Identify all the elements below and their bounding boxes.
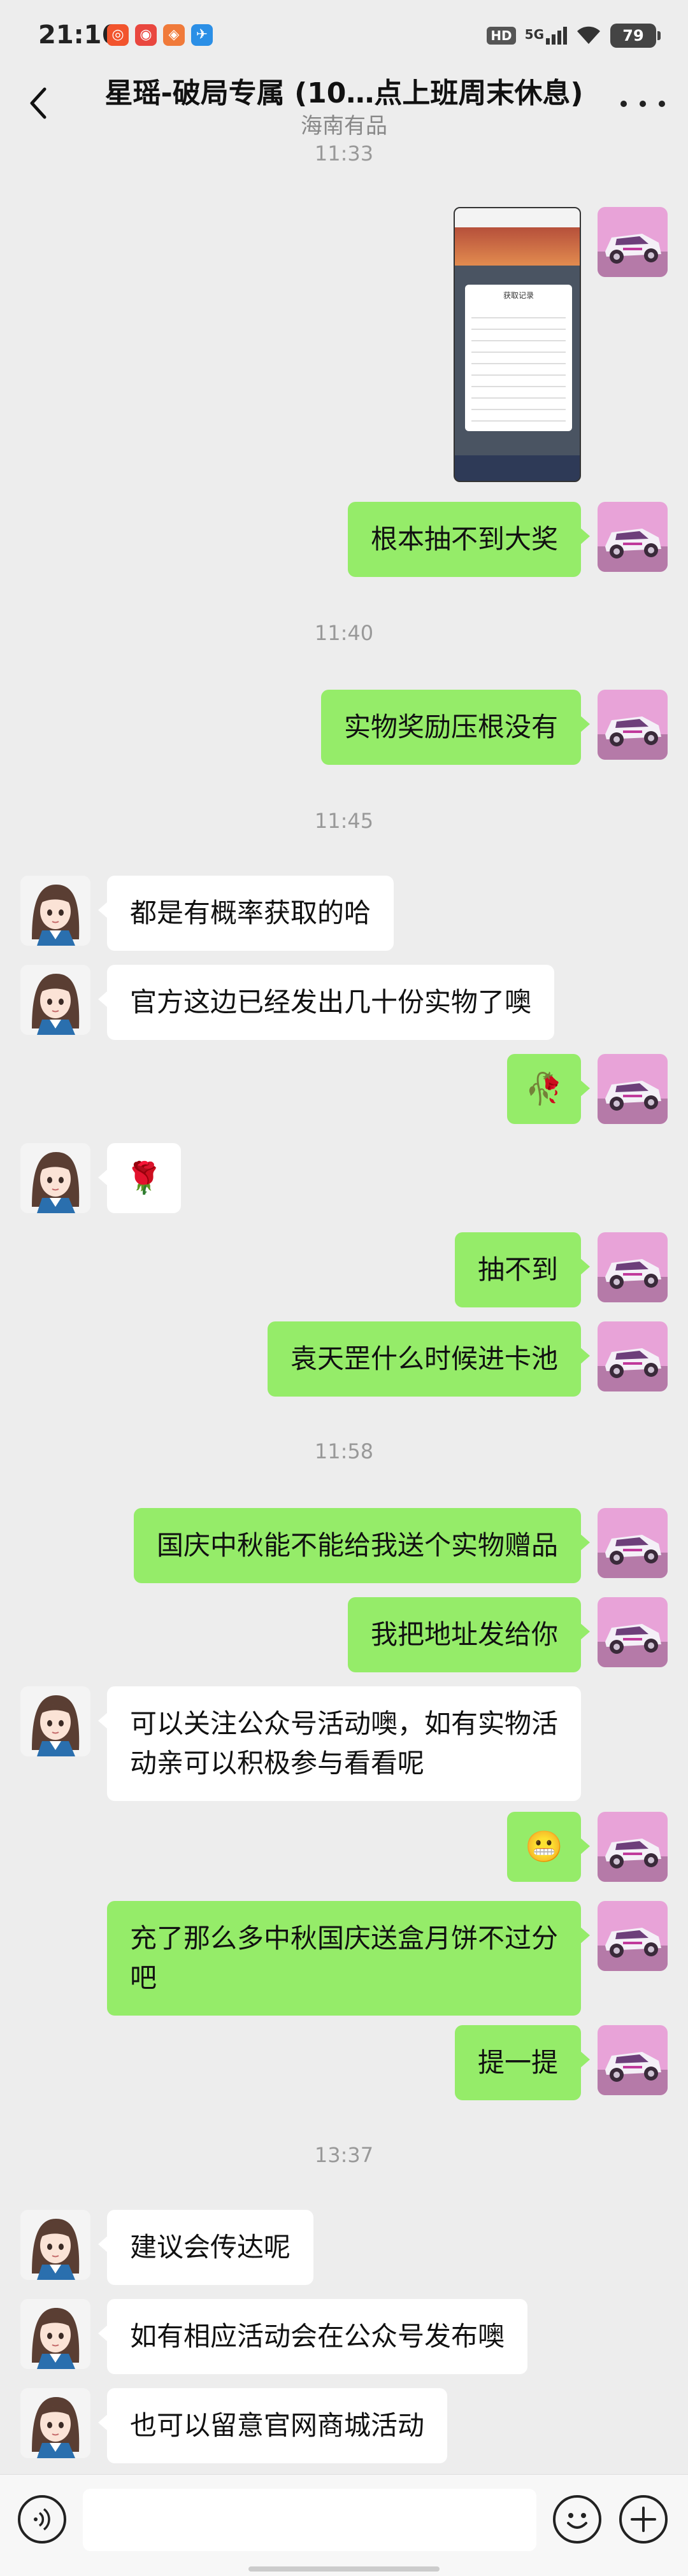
timestamp: 13:37 [314, 2143, 374, 2167]
more-dot [659, 101, 665, 107]
message-input[interactable] [83, 2489, 536, 2551]
more-options-button[interactable] [620, 88, 665, 120]
my-avatar[interactable] [598, 2025, 668, 2095]
plus-icon [631, 2507, 656, 2532]
image-dialog-title: 获取记录 [503, 291, 534, 300]
sent-message-bubble[interactable]: 我把地址发给你 [347, 1597, 591, 1672]
chat-title[interactable]: 星瑶-破局专属 (10…点上班周末休息) [89, 70, 599, 111]
smiley-icon [567, 2513, 587, 2529]
sent-message-bubble[interactable]: 根本抽不到大奖 [347, 502, 591, 577]
hd-badge: HD [487, 27, 516, 45]
received-message-bubble[interactable]: 建议会传达呢 [97, 2210, 314, 2285]
chat-header: 星瑶-破局专属 (10…点上班周末休息) 海南有品 [0, 64, 688, 146]
timestamp: 11:40 [314, 621, 374, 645]
voice-icon [34, 2508, 50, 2531]
app-notification-icon: ◈ [163, 24, 185, 46]
chat-subtitle: 海南有品 [301, 113, 387, 139]
my-avatar[interactable] [598, 1597, 668, 1667]
my-avatar[interactable] [598, 1508, 668, 1578]
status-bar: 21:16 ◎ ◉ ◈ ✈ HD 5G 79 [0, 0, 688, 70]
app-notification-icon: ◎ [107, 24, 129, 46]
agent-avatar[interactable] [20, 2388, 90, 2458]
received-message-bubble[interactable]: 也可以留意官网商城活动 [97, 2388, 448, 2463]
sent-message-bubble[interactable]: 袁天罡什么时候进卡池 [267, 1321, 591, 1397]
my-avatar[interactable] [598, 1901, 668, 1971]
image-bottom-bar [455, 455, 580, 481]
sent-emoji-bubble[interactable]: 🥀 [507, 1054, 590, 1124]
app-notification-icon: ◉ [135, 24, 157, 46]
voice-button[interactable] [18, 2495, 66, 2544]
input-bar [0, 2474, 688, 2576]
sent-emoji-bubble[interactable]: 😬 [507, 1812, 590, 1882]
message-row: 获取记录 [0, 207, 688, 482]
sent-message-bubble[interactable]: 抽不到 [454, 1232, 591, 1307]
image-message[interactable]: 获取记录 [454, 207, 581, 482]
more-dot [620, 101, 627, 107]
sent-message-bubble[interactable]: 提一提 [454, 2025, 591, 2100]
emoji-button[interactable] [553, 2495, 601, 2544]
received-message-bubble[interactable]: 可以关注公众号活动噢，如有实物活动亲可以积极参与看看呢 [98, 1686, 581, 1801]
my-avatar[interactable] [598, 1054, 668, 1124]
my-avatar[interactable] [598, 1232, 668, 1302]
agent-avatar[interactable] [20, 965, 90, 1035]
my-avatar[interactable] [598, 1321, 668, 1391]
image-dialog-rows [471, 307, 566, 422]
add-more-button[interactable] [619, 2495, 668, 2544]
timestamp: 11:58 [314, 1439, 374, 1463]
chevron-left-icon [30, 87, 47, 119]
sent-message-bubble[interactable]: 实物奖励压根没有 [320, 690, 591, 765]
signal-icon: 5G [525, 27, 567, 45]
received-message-bubble[interactable]: 如有相应活动会在公众号发布噢 [97, 2299, 528, 2374]
network-label: 5G [524, 27, 544, 42]
received-message-bubble[interactable]: 官方这边已经发出几十份实物了噢 [97, 965, 555, 1040]
home-indicator [248, 2566, 440, 2572]
back-button[interactable] [19, 84, 57, 122]
received-message-bubble[interactable]: 都是有概率获取的哈 [97, 876, 394, 951]
agent-avatar[interactable] [20, 1686, 90, 1756]
wifi-icon [576, 24, 601, 48]
received-emoji-bubble[interactable]: 🌹 [98, 1143, 181, 1213]
image-top-bar [455, 208, 580, 227]
app-notification-icon: ✈ [191, 24, 213, 46]
image-dialog: 获取记录 [465, 285, 572, 431]
battery-icon: 79 [610, 24, 661, 48]
status-right: HD 5G 79 [487, 23, 661, 48]
timestamp: 11:45 [314, 809, 374, 833]
agent-avatar[interactable] [20, 1143, 90, 1213]
image-banner [455, 227, 580, 266]
sent-message-bubble[interactable]: 充了那么多中秋国庆送盒月饼不过分吧 [107, 1901, 590, 2016]
my-avatar[interactable] [598, 207, 668, 277]
agent-avatar[interactable] [20, 2299, 90, 2369]
agent-avatar[interactable] [20, 876, 90, 946]
my-avatar[interactable] [598, 1812, 668, 1882]
more-dot [640, 101, 646, 107]
my-avatar[interactable] [598, 502, 668, 572]
sent-message-bubble[interactable]: 国庆中秋能不能给我送个实物赠品 [133, 1508, 591, 1583]
timestamp: 11:33 [314, 141, 374, 166]
my-avatar[interactable] [598, 690, 668, 760]
agent-avatar[interactable] [20, 2210, 90, 2280]
